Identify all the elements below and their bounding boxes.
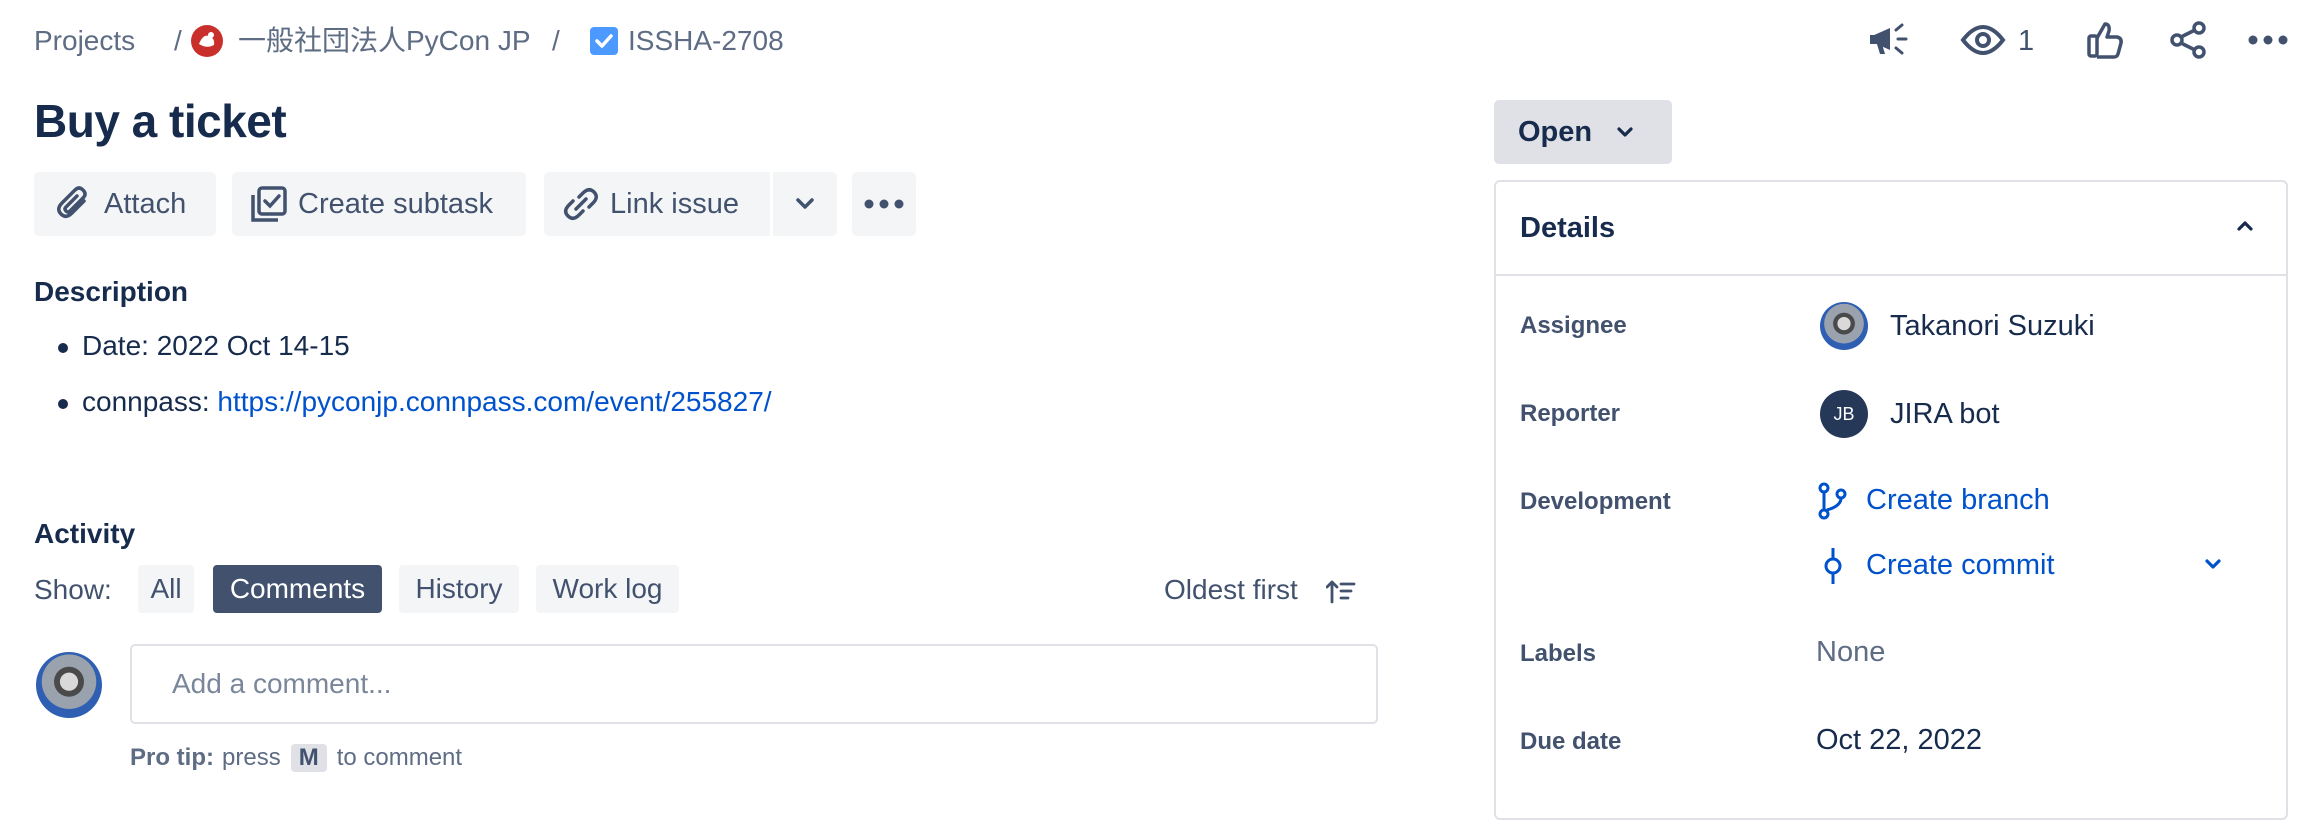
create-subtask-label: Create subtask [298,187,494,220]
due-date-value[interactable]: Oct 22, 2022 [1816,724,1982,757]
keyboard-key: M [290,744,327,772]
labels-label: Labels [1520,640,1597,667]
status-label: Open [1518,115,1593,148]
paperclip-icon [54,185,92,223]
show-label: Show: [34,574,112,605]
assignee-name[interactable]: Takanori Suzuki [1890,310,2095,343]
share-icon[interactable] [2168,20,2208,60]
chevron-down-icon[interactable] [2204,558,2222,570]
chevron-up-icon[interactable] [2236,220,2254,232]
assignee-avatar [1820,302,1868,350]
status-button[interactable]: Open [1494,100,1672,164]
connpass-label: connpass: [82,386,218,417]
development-label: Development [1520,488,1671,515]
sort-order-button[interactable]: Oldest first [1164,574,1298,606]
bullet [58,399,68,409]
due-date-label: Due date [1520,728,1622,755]
filter-history[interactable]: History [399,565,519,613]
labels-value[interactable]: None [1816,636,1885,669]
details-header[interactable]: Details [1494,180,2288,276]
comment-input[interactable]: Add a comment... [130,644,1378,724]
pro-tip-bold: Pro tip: [130,744,214,771]
more-icon [864,198,904,210]
create-branch-link[interactable]: Create branch [1866,484,2050,517]
bullet [58,343,68,353]
attach-button[interactable]: Attach [34,172,216,236]
breadcrumb-separator: / [552,25,560,56]
reporter-label: Reporter [1520,400,1621,427]
pro-tip-press: press [222,744,281,771]
sort-label: Oldest first [1164,574,1298,605]
pro-tip-rest: to comment [336,744,463,771]
reporter-avatar: JB [1820,390,1868,438]
task-checkbox-icon [590,27,618,55]
issue-title[interactable]: Buy a ticket [34,92,287,150]
megaphone-icon[interactable] [1866,20,1910,60]
more-icon[interactable] [2248,34,2288,46]
branch-icon [1816,482,1848,520]
sort-icon[interactable] [1326,578,1356,604]
details-heading: Details [1520,212,1616,244]
create-commit-link[interactable]: Create commit [1866,549,2055,582]
eye-icon[interactable] [1960,22,2006,58]
description-item-connpass: connpass: https://pyconjp.connpass.com/e… [82,386,772,418]
link-issue-label: Link issue [610,187,739,220]
create-subtask-button[interactable]: Create subtask [232,172,526,236]
breadcrumb-org[interactable]: 一般社団法人PyCon JP [238,22,531,60]
more-actions-button[interactable] [852,172,916,236]
breadcrumb-issue-key[interactable]: ISSHA-2708 [628,22,784,60]
reporter-name[interactable]: JIRA bot [1890,398,2000,431]
current-user-avatar [36,652,102,718]
chevron-down-icon [795,197,815,211]
attach-label: Attach [104,187,187,220]
filter-all[interactable]: All [138,565,194,613]
activity-heading: Activity [34,518,136,549]
commit-icon [1822,546,1844,586]
thumbs-up-icon[interactable] [2086,20,2124,60]
link-issue-button[interactable]: Link issue [544,172,770,236]
reporter-initials: JB [1833,403,1855,424]
link-issue-dropdown-button[interactable] [773,172,837,236]
assignee-label: Assignee [1520,312,1627,339]
filter-work-log[interactable]: Work log [536,565,679,613]
description-item-date: Date: 2022 Oct 14-15 [82,330,350,361]
breadcrumb-projects[interactable]: Projects [34,22,135,60]
pycon-logo-icon [190,24,224,58]
connpass-link[interactable]: https://pyconjp.connpass.com/event/25582… [217,386,771,417]
link-icon [562,185,600,223]
description-heading: Description [34,276,189,307]
filter-comments[interactable]: Comments [213,565,382,613]
watch-count: 1 [2018,25,2035,57]
breadcrumb-separator: / [174,25,182,56]
pro-tip: Pro tip: press M to comment [130,744,462,772]
chevron-down-icon [1616,126,1634,138]
subtask-icon [250,185,288,223]
